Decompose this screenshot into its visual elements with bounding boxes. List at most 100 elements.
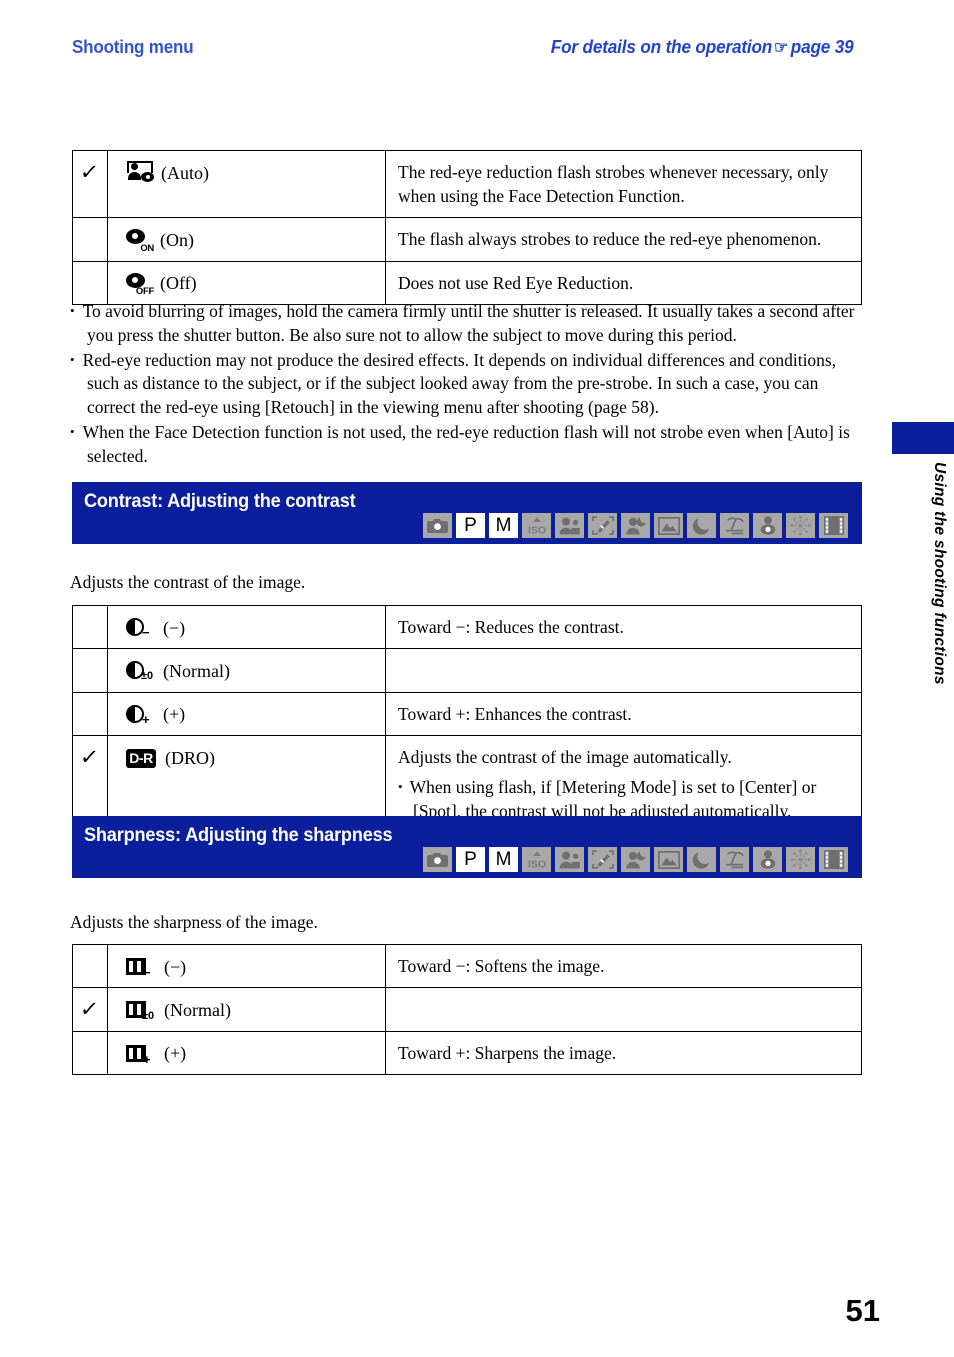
description-cell bbox=[385, 987, 862, 1032]
description-text: Adjusts the contrast of the image automa… bbox=[398, 747, 732, 768]
mode-letter: P bbox=[464, 849, 477, 870]
sharpness-mode-icon-strip: P M ISO bbox=[423, 847, 848, 872]
description-cell: The red-eye reduction flash strobes when… bbox=[385, 149, 862, 219]
contrast-normal-icon: ±0 bbox=[126, 660, 156, 682]
program-auto-icon: P bbox=[456, 847, 485, 872]
snow-icon bbox=[753, 513, 782, 538]
option-cell: − (−) bbox=[107, 943, 386, 989]
eye-on-icon: ON bbox=[126, 229, 154, 253]
page-number: 51 bbox=[845, 1293, 880, 1328]
page-header: Shooting menu For details on the operati… bbox=[72, 36, 854, 66]
movie-mode-icon bbox=[819, 513, 848, 538]
eye-off-icon: OFF bbox=[126, 272, 154, 296]
option-cell: ON (On) bbox=[107, 217, 386, 262]
option-cell: + (+) bbox=[107, 691, 386, 737]
default-setting-cell bbox=[72, 604, 108, 650]
landscape-icon bbox=[654, 513, 683, 538]
svg-text:ISO: ISO bbox=[527, 858, 545, 870]
checkmark-icon: ✓ bbox=[78, 160, 101, 184]
soft-snap-icon bbox=[555, 513, 584, 538]
movie-mode-icon bbox=[819, 847, 848, 872]
description-text: The flash always strobes to reduce the r… bbox=[398, 229, 822, 250]
table-row: + (+) Toward +: Sharpens the image. bbox=[72, 1030, 862, 1076]
page-header-right-prefix: For details on the operation bbox=[551, 36, 773, 57]
default-setting-cell: ✓ bbox=[72, 149, 108, 219]
description-cell: Toward +: Enhances the contrast. bbox=[385, 691, 862, 737]
description-text: The red-eye reduction flash strobes when… bbox=[398, 162, 829, 207]
bullet-icon: • bbox=[398, 779, 403, 795]
option-label: (DRO) bbox=[165, 747, 215, 768]
table-row: + (+) Toward +: Enhances the contrast. bbox=[72, 691, 862, 737]
snow-icon bbox=[753, 847, 782, 872]
fireworks-icon bbox=[786, 513, 815, 538]
option-cell: ±0 (Normal) bbox=[107, 987, 386, 1032]
table-row: ✓ ±0 (Normal) bbox=[72, 987, 862, 1032]
description-cell bbox=[385, 648, 862, 693]
soft-snap-icon bbox=[555, 847, 584, 872]
description-cell: Does not use Red Eye Reduction. bbox=[385, 260, 862, 306]
option-cell: + (+) bbox=[107, 1030, 386, 1076]
default-setting-cell bbox=[72, 943, 108, 989]
twilight-portrait-icon bbox=[621, 513, 650, 538]
description-text: Toward −: Reduces the contrast. bbox=[398, 617, 624, 637]
high-sensitivity-iso-icon: ISO bbox=[522, 847, 551, 872]
dro-icon: D-R bbox=[126, 748, 158, 769]
note-bullet-item: • When the Face Detection function is not… bbox=[70, 421, 850, 466]
bullet-icon: • bbox=[70, 303, 75, 318]
fireworks-icon bbox=[786, 847, 815, 872]
checkmark-icon: ✓ bbox=[78, 745, 101, 770]
still-camera-icon bbox=[423, 513, 452, 538]
table-row: ±0 (Normal) bbox=[72, 648, 862, 693]
description-cell: The flash always strobes to reduce the r… bbox=[385, 217, 862, 262]
sharpness-minus-icon: − bbox=[126, 956, 157, 979]
table-row: OFF (Off) Does not use Red Eye Reduction. bbox=[72, 260, 862, 306]
manual-mode-icon: M bbox=[489, 847, 518, 872]
option-label: (On) bbox=[160, 229, 194, 250]
default-setting-cell bbox=[72, 1030, 108, 1076]
contrast-plus-icon: + bbox=[126, 704, 156, 726]
landscape-icon bbox=[654, 847, 683, 872]
bullet-icon: • bbox=[70, 351, 75, 367]
default-setting-cell bbox=[72, 217, 108, 262]
table-row: − (−) Toward −: Softens the image. bbox=[72, 943, 862, 989]
contrast-banner-title: Contrast: Adjusting the contrast bbox=[84, 490, 356, 512]
default-setting-cell: ✓ bbox=[72, 987, 108, 1032]
table-row: − (−) Toward −: Reduces the contrast. bbox=[72, 604, 862, 650]
description-text: Toward −: Softens the image. bbox=[398, 956, 605, 976]
description-cell: Toward −: Softens the image. bbox=[385, 943, 862, 989]
sharpness-section-banner: Sharpness: Adjusting the sharpness P M ISO bbox=[72, 816, 862, 878]
contrast-options-table: − (−) Toward −: Reduces the contrast. ±0 (No… bbox=[72, 604, 862, 834]
option-label: (+) bbox=[163, 704, 186, 725]
contrast-section-banner: Contrast: Adjusting the contrast P M ISO bbox=[72, 482, 862, 544]
table-row: ON (On) The flash always strobes to reduce… bbox=[72, 217, 862, 262]
page-header-right-page: page 39 bbox=[791, 36, 854, 57]
beach-icon bbox=[720, 513, 749, 538]
default-setting-cell bbox=[72, 260, 108, 306]
note-bullet-item: • To avoid blurring of images, hold the c… bbox=[70, 301, 855, 345]
default-setting-cell bbox=[72, 691, 108, 737]
option-label: (+) bbox=[164, 1043, 187, 1064]
twilight-portrait-icon bbox=[621, 847, 650, 872]
beach-icon bbox=[720, 847, 749, 872]
svg-text:ISO: ISO bbox=[527, 524, 545, 536]
description-cell: Toward −: Reduces the contrast. bbox=[385, 604, 862, 650]
twilight-icon bbox=[687, 847, 716, 872]
description-cell: Toward +: Sharpens the image. bbox=[385, 1030, 862, 1076]
table-row: ✓ (Auto) The red-eye reduction flash strob… bbox=[72, 149, 862, 219]
manual-mode-icon: M bbox=[489, 513, 518, 538]
sharpness-intro-text: Adjusts the sharpness of the image. bbox=[70, 912, 318, 932]
page-header-right-title: For details on the operation ☞ page 39 bbox=[551, 36, 854, 58]
high-sensitivity-iso-icon: ISO bbox=[522, 513, 551, 538]
sharpness-options-table: − (−) Toward −: Softens the image. ✓ ±0 (Norm… bbox=[72, 943, 862, 1076]
description-text: Toward +: Enhances the contrast. bbox=[398, 703, 632, 724]
pointing-hand-icon: ☞ bbox=[774, 38, 789, 57]
option-cell: − (−) bbox=[107, 604, 386, 650]
option-label: (Off) bbox=[160, 273, 197, 294]
checkmark-icon: ✓ bbox=[78, 997, 101, 1022]
sharpness-normal-icon: ±0 bbox=[126, 999, 157, 1022]
sharpness-banner-title: Sharpness: Adjusting the sharpness bbox=[84, 824, 393, 846]
note-bullet-item: • Red-eye reduction may not produce the d… bbox=[70, 349, 837, 418]
option-label: (−) bbox=[163, 617, 186, 638]
page-header-left-title: Shooting menu bbox=[72, 36, 194, 57]
contrast-minus-icon: − bbox=[126, 617, 156, 639]
